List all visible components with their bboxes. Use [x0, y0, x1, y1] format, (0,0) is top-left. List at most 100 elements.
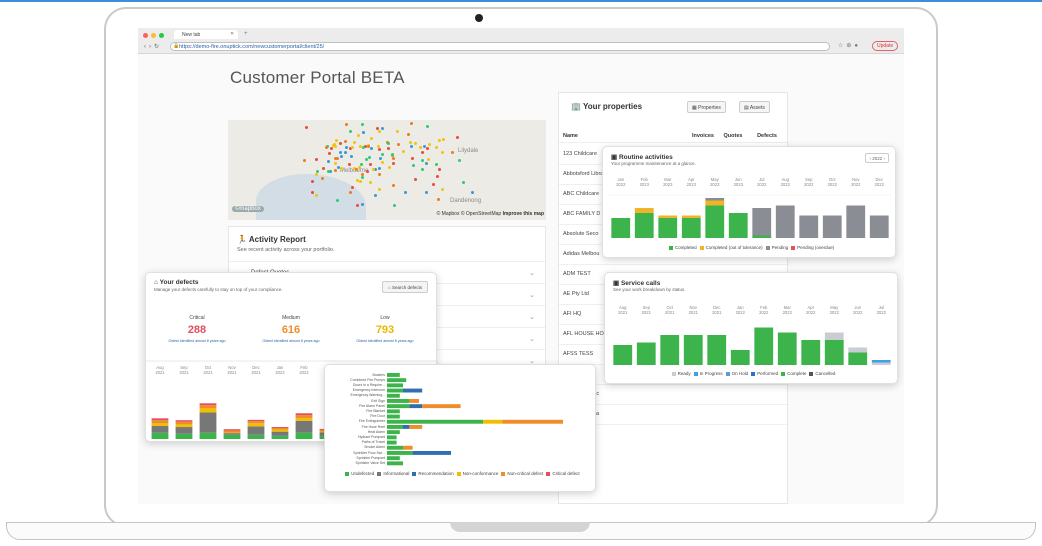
- legend-label[interactable]: On Hold: [732, 371, 749, 376]
- map-marker[interactable]: [367, 144, 371, 148]
- legend-label[interactable]: Critical defect: [552, 471, 579, 476]
- map-marker[interactable]: [369, 146, 373, 150]
- map-marker[interactable]: [386, 146, 390, 150]
- map-marker[interactable]: [381, 127, 385, 131]
- map-marker[interactable]: [380, 160, 384, 164]
- legend-label[interactable]: Completed (out of tolerance): [706, 245, 763, 250]
- browser-extension-icons[interactable]: ☆⊕●: [838, 42, 861, 49]
- map-marker[interactable]: [407, 132, 411, 136]
- new-tab-icon[interactable]: +: [244, 31, 248, 37]
- map-marker[interactable]: [361, 122, 365, 126]
- legend-label[interactable]: Completed: [675, 245, 697, 250]
- nav-buttons[interactable]: ‹›↻: [144, 43, 162, 50]
- map-marker[interactable]: [334, 161, 338, 165]
- legend-label[interactable]: Informational: [383, 471, 409, 476]
- map-marker[interactable]: [471, 190, 475, 194]
- map-marker[interactable]: [365, 169, 369, 173]
- map-marker[interactable]: [391, 157, 395, 161]
- property-map[interactable]: Lilydale Melbourne Dandenong ©mapbox © M…: [228, 120, 546, 220]
- map-marker[interactable]: [395, 130, 399, 134]
- map-marker[interactable]: [360, 176, 364, 180]
- map-marker[interactable]: [409, 122, 413, 125]
- map-marker[interactable]: [425, 190, 429, 194]
- map-marker[interactable]: [353, 140, 357, 144]
- map-marker[interactable]: [370, 137, 374, 141]
- map-marker[interactable]: [435, 174, 439, 178]
- map-marker[interactable]: [321, 167, 325, 171]
- improve-map-link[interactable]: Improve this map: [503, 211, 544, 217]
- map-marker[interactable]: [381, 152, 385, 156]
- update-button[interactable]: Update: [872, 41, 898, 51]
- map-marker[interactable]: [435, 163, 439, 167]
- map-marker[interactable]: [348, 162, 351, 166]
- map-marker[interactable]: [340, 155, 343, 159]
- legend-label[interactable]: Non-conformance: [463, 471, 499, 476]
- legend-label[interactable]: Pending (overdue): [797, 245, 834, 250]
- map-marker[interactable]: [344, 150, 348, 154]
- map-marker[interactable]: [437, 138, 441, 142]
- map-marker[interactable]: [404, 191, 408, 195]
- map-marker[interactable]: [339, 142, 343, 146]
- map-marker[interactable]: [355, 178, 359, 182]
- legend-label[interactable]: Ready: [678, 371, 691, 376]
- map-marker[interactable]: [428, 143, 432, 147]
- browser-tab[interactable]: New tab: [174, 30, 238, 39]
- map-marker[interactable]: [376, 144, 380, 148]
- map-marker[interactable]: [420, 167, 424, 171]
- map-marker[interactable]: [391, 184, 395, 188]
- legend-label[interactable]: Non-critical defect: [507, 471, 543, 476]
- map-marker[interactable]: [425, 161, 429, 165]
- map-marker[interactable]: [441, 187, 444, 191]
- map-marker[interactable]: [426, 125, 430, 129]
- map-marker[interactable]: [350, 185, 354, 189]
- map-marker[interactable]: [388, 166, 392, 170]
- map-marker[interactable]: [377, 148, 381, 152]
- map-marker[interactable]: [377, 166, 381, 170]
- map-marker[interactable]: [435, 145, 439, 149]
- map-marker[interactable]: [368, 181, 372, 185]
- map-marker[interactable]: [337, 165, 341, 169]
- map-marker[interactable]: [418, 146, 422, 150]
- map-marker[interactable]: [421, 159, 425, 163]
- map-marker[interactable]: [410, 157, 414, 161]
- map-marker[interactable]: [354, 168, 358, 172]
- legend-label[interactable]: In Progress: [700, 371, 723, 376]
- map-marker[interactable]: [401, 150, 405, 154]
- legend-label[interactable]: Pending: [772, 245, 789, 250]
- map-marker[interactable]: [316, 170, 320, 174]
- map-marker[interactable]: [411, 163, 415, 167]
- minimize-window-icon[interactable]: [151, 33, 156, 38]
- map-marker[interactable]: [330, 146, 334, 150]
- maximize-window-icon[interactable]: [159, 33, 164, 38]
- map-marker[interactable]: [387, 142, 391, 146]
- map-marker[interactable]: [324, 146, 328, 150]
- map-marker[interactable]: [359, 179, 363, 183]
- map-marker[interactable]: [334, 169, 338, 173]
- legend-label[interactable]: Complete: [787, 371, 806, 376]
- map-marker[interactable]: [390, 152, 394, 156]
- map-marker[interactable]: [339, 150, 343, 154]
- map-marker[interactable]: [421, 150, 425, 154]
- assets-button[interactable]: ▤ Assets: [739, 101, 770, 113]
- map-marker[interactable]: [320, 176, 324, 180]
- map-marker[interactable]: [458, 159, 462, 162]
- map-marker[interactable]: [361, 146, 365, 150]
- legend-label[interactable]: Undefected: [351, 471, 374, 476]
- map-marker[interactable]: [357, 134, 361, 138]
- map-marker[interactable]: [328, 151, 332, 155]
- map-marker[interactable]: [373, 193, 377, 197]
- map-marker[interactable]: [314, 158, 318, 162]
- map-attribution[interactable]: © Mapbox © OpenStreetMap Improve this ma…: [437, 211, 544, 217]
- chevron-down-icon[interactable]: ⌄: [529, 313, 535, 321]
- map-marker[interactable]: [391, 161, 395, 165]
- map-marker[interactable]: [427, 158, 431, 162]
- chevron-down-icon[interactable]: ⌄: [529, 335, 535, 343]
- map-marker[interactable]: [362, 130, 366, 134]
- map-marker[interactable]: [349, 130, 353, 134]
- map-marker[interactable]: [350, 155, 354, 159]
- map-marker[interactable]: [378, 188, 382, 192]
- chevron-down-icon[interactable]: ⌄: [529, 291, 535, 299]
- map-marker[interactable]: [326, 159, 330, 163]
- map-marker[interactable]: [413, 142, 417, 145]
- map-marker[interactable]: [442, 137, 446, 141]
